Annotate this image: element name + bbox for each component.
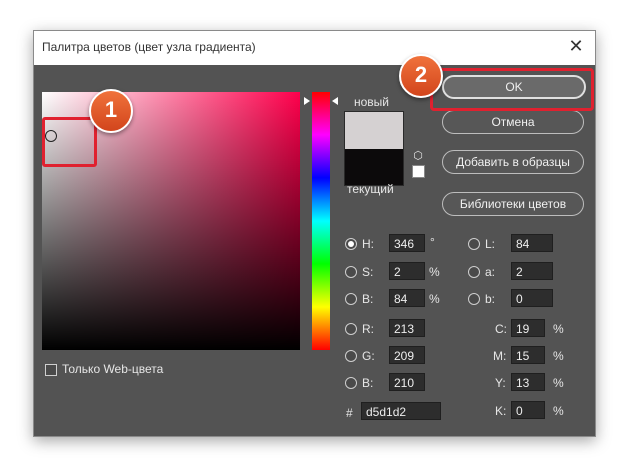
h-label: H: — [362, 237, 374, 251]
new-color-label: новый — [354, 95, 390, 109]
a-label: a: — [485, 265, 496, 279]
radio-h[interactable] — [345, 238, 357, 250]
b-lab-input[interactable]: 0 — [511, 289, 553, 307]
radio-brightness[interactable] — [345, 293, 357, 305]
k-input[interactable]: 0 — [511, 401, 545, 419]
new-color-swatch — [344, 111, 404, 151]
radio-b-lab[interactable] — [468, 293, 480, 305]
radio-s[interactable] — [345, 266, 357, 278]
radio-blue[interactable] — [345, 377, 357, 389]
l-label: L: — [485, 237, 496, 251]
hue-slider-left-arrow-icon[interactable] — [304, 97, 310, 105]
y-input[interactable]: 13 — [511, 373, 545, 391]
m-input[interactable]: 15 — [511, 346, 545, 364]
s-unit: % — [429, 265, 440, 279]
blue-label: B: — [362, 376, 374, 390]
close-icon[interactable]: ✕ — [567, 37, 585, 55]
radio-g[interactable] — [345, 350, 357, 362]
web-colors-checkbox[interactable] — [45, 364, 57, 376]
y-label: Y: — [495, 376, 506, 390]
c-input[interactable]: 19 — [511, 319, 545, 337]
c-unit: % — [553, 322, 564, 336]
step-badge-1: 1 — [89, 89, 133, 133]
add-to-swatches-button[interactable]: Добавить в образцы — [442, 150, 584, 174]
r-label: R: — [362, 322, 374, 336]
radio-l[interactable] — [468, 238, 480, 250]
c-label: C: — [495, 322, 507, 336]
picker-highlight-frame — [42, 117, 97, 167]
h-unit: ° — [430, 235, 435, 249]
b-lab-label: b: — [485, 292, 496, 306]
k-unit: % — [553, 404, 564, 418]
hue-slider[interactable] — [312, 92, 330, 350]
cancel-button[interactable]: Отмена — [442, 110, 584, 134]
current-color-label: текущий — [347, 182, 394, 196]
blue-input[interactable]: 210 — [389, 373, 425, 391]
k-label: K: — [495, 404, 507, 418]
dialog-title: Палитра цветов (цвет узла градиента) — [42, 40, 256, 54]
a-input[interactable]: 2 — [511, 262, 553, 280]
ok-highlight-frame — [430, 68, 594, 111]
g-input[interactable]: 209 — [389, 346, 425, 364]
h-input[interactable]: 346 — [389, 234, 425, 252]
current-color-swatch[interactable] — [344, 149, 404, 186]
m-label: M: — [493, 349, 507, 363]
s-label: S: — [362, 265, 374, 279]
s-input[interactable]: 2 — [389, 262, 425, 280]
l-input[interactable]: 84 — [511, 234, 553, 252]
hex-input[interactable]: d5d1d2 — [361, 402, 441, 420]
web-safe-swatch[interactable] — [412, 165, 425, 178]
radio-r[interactable] — [345, 323, 357, 335]
cube-icon[interactable]: ⬡ — [411, 150, 425, 162]
brightness-label: B: — [362, 292, 374, 306]
y-unit: % — [553, 376, 564, 390]
brightness-input[interactable]: 84 — [389, 289, 425, 307]
radio-a[interactable] — [468, 266, 480, 278]
color-libraries-button[interactable]: Библиотеки цветов — [442, 192, 584, 216]
hex-label: # — [346, 406, 353, 420]
m-unit: % — [553, 349, 564, 363]
hue-slider-right-arrow-icon[interactable] — [332, 97, 338, 105]
title-bar: Палитра цветов (цвет узла градиента) ✕ — [34, 31, 595, 65]
g-label: G: — [362, 349, 375, 363]
step-badge-2: 2 — [399, 54, 443, 98]
web-colors-label: Только Web-цвета — [62, 362, 164, 376]
brightness-unit: % — [429, 292, 440, 306]
r-input[interactable]: 213 — [389, 319, 425, 337]
